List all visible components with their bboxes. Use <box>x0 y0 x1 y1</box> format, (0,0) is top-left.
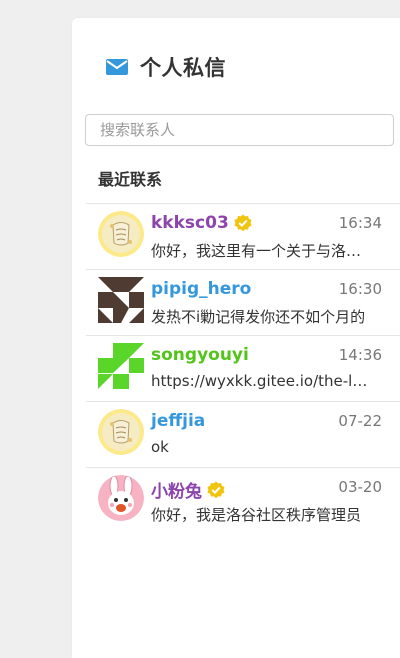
contact-item[interactable]: jeffjia 07-22 ok <box>86 401 400 467</box>
contact-name-row: jeffjia <box>151 411 205 431</box>
contact-item[interactable]: songyouyi 14:36 https://wyxkk.gitee.io/t… <box>86 335 400 401</box>
contact-item[interactable]: kkksc03 16:34 你好，我这里有一个关于与洛谷合作的事情要与您沟通 <box>86 203 400 269</box>
contact-item[interactable]: pipig_hero 16:30 发热不i勦记得发你还不如个月的 <box>86 269 400 335</box>
contact-item[interactable]: 小粉兔 03-20 你好，我是洛谷社区秩序管理员 <box>86 467 400 533</box>
contact-name-row: 小粉兔 <box>151 477 225 502</box>
contact-time: 16:30 <box>338 280 382 298</box>
verified-badge-icon <box>207 481 225 498</box>
identicon-green-avatar <box>98 343 144 389</box>
pink-rabbit-avatar <box>98 475 144 521</box>
contact-preview: https://wyxkk.gitee.io/the-luogu <box>151 372 376 390</box>
contact-preview: 发热不i勦记得发你还不如个月的 <box>151 308 366 326</box>
contact-list: kkksc03 16:34 你好，我这里有一个关于与洛谷合作的事情要与您沟通 <box>86 203 400 533</box>
contact-time: 14:36 <box>338 346 382 364</box>
contact-time: 07-22 <box>338 412 382 430</box>
contact-time: 16:34 <box>338 214 382 232</box>
contact-name-row: kkksc03 <box>151 213 252 233</box>
contact-name: kkksc03 <box>151 213 229 233</box>
contact-name: pipig_hero <box>151 279 252 299</box>
contact-preview: ok <box>151 438 169 456</box>
verified-badge-icon <box>234 214 252 232</box>
contact-name: jeffjia <box>151 411 206 431</box>
scroll-avatar <box>98 211 144 257</box>
mail-icon <box>106 59 128 75</box>
page-title: 个人私信 <box>140 56 226 80</box>
contact-time: 03-20 <box>338 478 382 496</box>
scroll-avatar <box>98 409 144 455</box>
search-contacts-input[interactable] <box>85 114 394 146</box>
contact-name: 小粉兔 <box>151 482 202 502</box>
recent-contacts-heading: 最近联系 <box>98 170 163 189</box>
contact-preview: 你好，我是洛谷社区秩序管理员 <box>151 506 362 524</box>
contact-preview: 你好，我这里有一个关于与洛谷合作的事情要与您沟通 <box>151 242 376 260</box>
contact-name-row: pipig_hero <box>151 279 251 299</box>
page-header: 个人私信 <box>106 54 226 80</box>
contact-name-row: songyouyi <box>151 345 249 365</box>
identicon-brown-avatar <box>98 277 144 323</box>
contact-name: songyouyi <box>151 345 249 365</box>
